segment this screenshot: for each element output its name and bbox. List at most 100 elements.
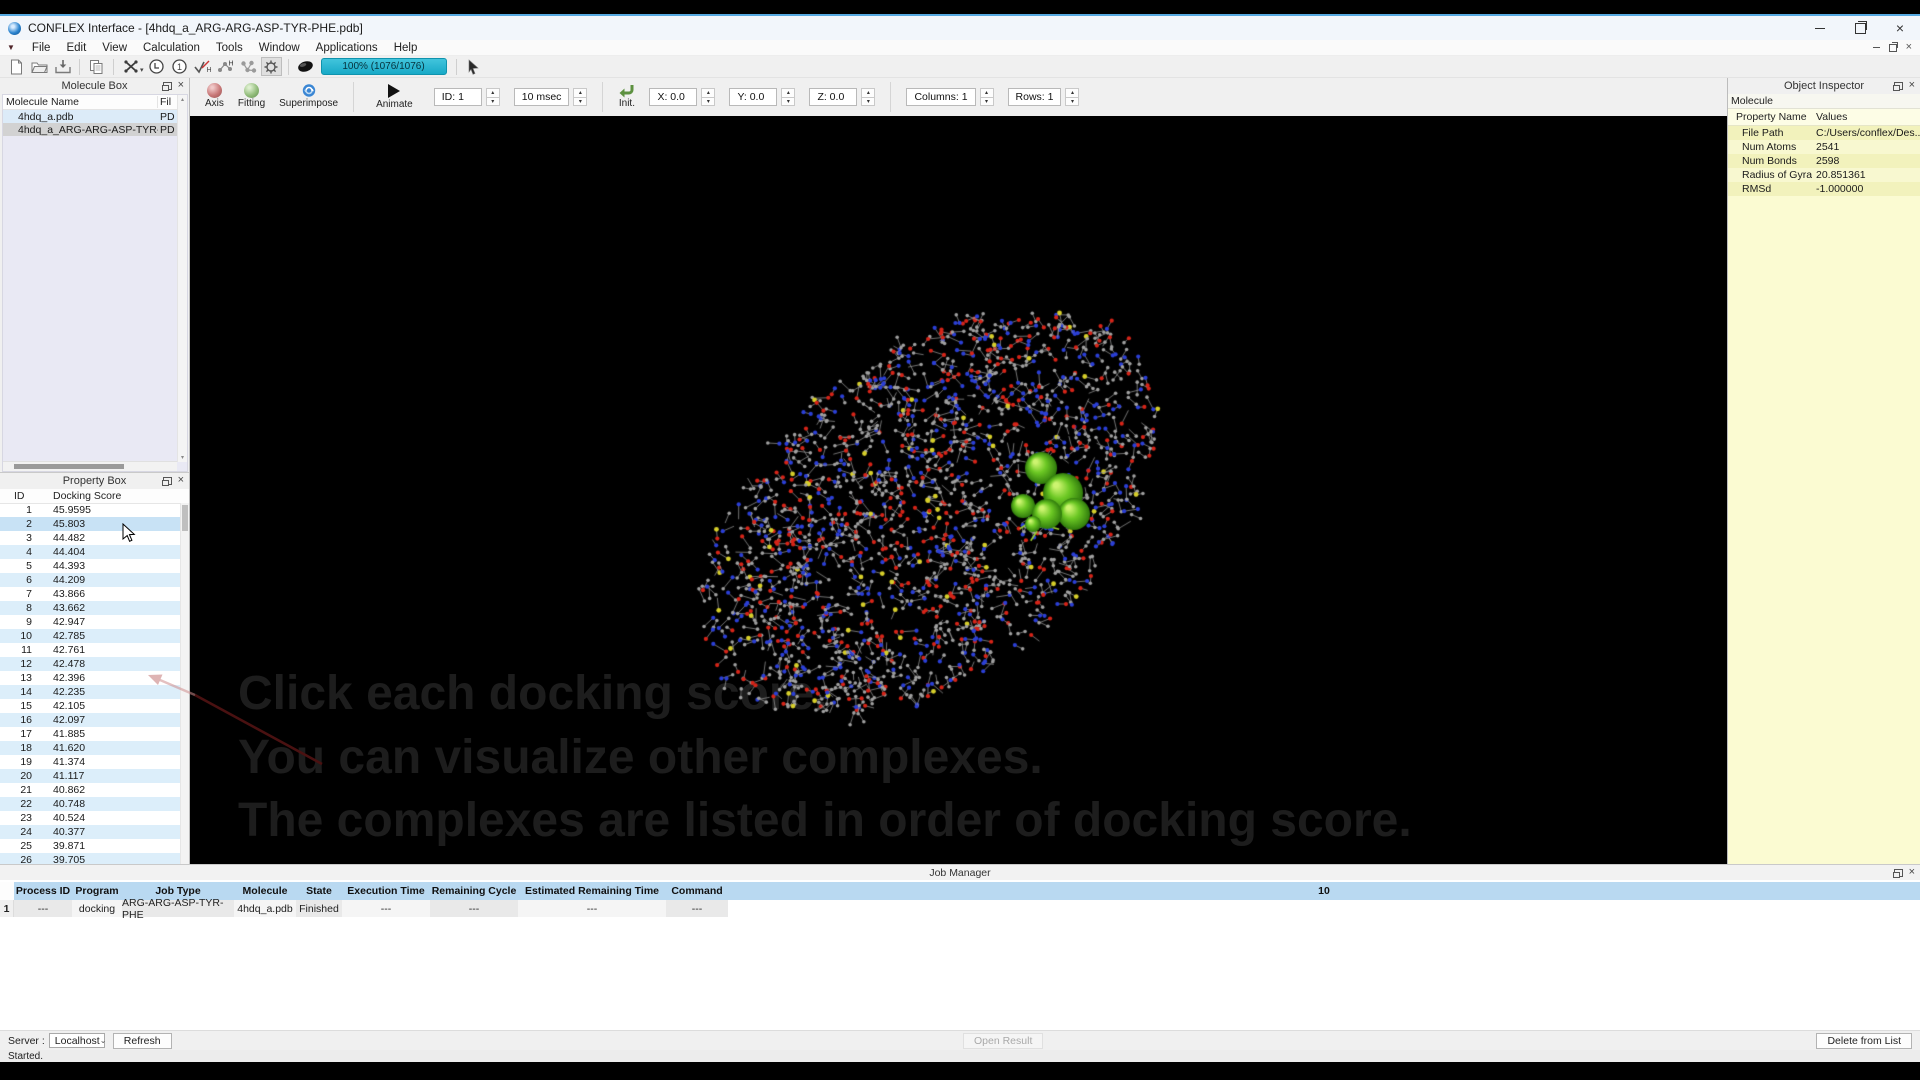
docking-score-row[interactable]: 544.393: [0, 559, 180, 573]
docking-score-column-header[interactable]: Docking Score: [40, 490, 189, 502]
docking-score-row[interactable]: 2539.871: [0, 839, 180, 853]
init-button[interactable]: Init.: [618, 83, 635, 111]
z-spin-arrows[interactable]: ▴▾: [861, 88, 875, 106]
columns-stepper[interactable]: Columns: 1 ▴▾: [906, 88, 993, 106]
menu-window[interactable]: Window: [251, 42, 308, 54]
menu-file[interactable]: File: [24, 42, 59, 54]
molecule-list-header[interactable]: Molecule Name Fil: [3, 95, 177, 110]
molecule-row[interactable]: 4hdq_a.pdbPD: [3, 110, 177, 123]
fitting-button[interactable]: Fitting: [238, 83, 265, 111]
open-file-button[interactable]: [29, 57, 50, 76]
close-button[interactable]: ×: [1880, 16, 1920, 40]
rows-value[interactable]: Rows: 1: [1008, 88, 1062, 106]
vscroll-thumb[interactable]: [182, 505, 188, 531]
docking-score-row[interactable]: 1442.235: [0, 685, 180, 699]
z-stepper[interactable]: Z: 0.0 ▴▾: [809, 88, 875, 106]
scroll-up-icon[interactable]: ▴: [181, 96, 184, 103]
id-spin-arrows[interactable]: ▴▾: [486, 88, 500, 106]
build-molecule-button[interactable]: [238, 57, 259, 76]
docking-score-row[interactable]: 843.662: [0, 601, 180, 615]
columns-value[interactable]: Columns: 1: [906, 88, 975, 106]
id-value[interactable]: ID: 1: [434, 88, 482, 106]
docking-score-row[interactable]: 1142.761: [0, 643, 180, 657]
docking-score-row[interactable]: 245.803: [0, 517, 180, 531]
scroll-down-icon[interactable]: ▾: [181, 454, 184, 461]
axis-button[interactable]: Axis: [205, 83, 224, 111]
rows-spin-arrows[interactable]: ▴▾: [1065, 88, 1079, 106]
docking-score-row[interactable]: 2041.117: [0, 769, 180, 783]
menu-help[interactable]: Help: [386, 42, 426, 54]
conformation-search-button[interactable]: [120, 57, 141, 76]
progress-button[interactable]: 100% (1076/1076): [321, 58, 447, 75]
close-panel-icon[interactable]: ×: [1909, 867, 1915, 878]
docking-score-row[interactable]: 1542.105: [0, 699, 180, 713]
y-value[interactable]: Y: 0.0: [729, 88, 777, 106]
property-box-titlebar[interactable]: Property Box ×: [0, 473, 189, 489]
copy-button[interactable]: [86, 57, 107, 76]
molecule-box-titlebar[interactable]: Molecule Box ×: [0, 78, 189, 94]
docking-score-row[interactable]: 1642.097: [0, 713, 180, 727]
job-manager-titlebar[interactable]: Job Manager ×: [0, 865, 1920, 880]
local-perturbation-button[interactable]: [146, 57, 167, 76]
docking-score-row[interactable]: 344.482: [0, 531, 180, 545]
y-spin-arrows[interactable]: ▴▾: [781, 88, 795, 106]
float-panel-icon[interactable]: [163, 82, 172, 90]
check-structure-button[interactable]: H: [192, 57, 213, 76]
docking-score-row[interactable]: 145.9595: [0, 503, 180, 517]
id-column-header[interactable]: ID: [0, 490, 40, 502]
property-box-vscrollbar[interactable]: [180, 503, 189, 864]
interval-spin-arrows[interactable]: ▴▾: [573, 88, 587, 106]
docking-score-row[interactable]: 644.209: [0, 573, 180, 587]
docking-score-row[interactable]: 1841.620: [0, 741, 180, 755]
float-panel-icon[interactable]: [1894, 82, 1903, 90]
columns-spin-arrows[interactable]: ▴▾: [980, 88, 994, 106]
z-value[interactable]: Z: 0.0: [809, 88, 857, 106]
molecule-list-hscrollbar[interactable]: [3, 461, 177, 471]
open-result-button[interactable]: Open Result: [963, 1033, 1043, 1049]
id-stepper[interactable]: ID: 1 ▴▾: [434, 88, 500, 106]
docking-score-row[interactable]: 1342.396: [0, 671, 180, 685]
interval-stepper[interactable]: 10 msec ▴▾: [514, 88, 588, 106]
docking-score-row[interactable]: 2340.524: [0, 811, 180, 825]
docking-score-row[interactable]: 444.404: [0, 545, 180, 559]
mdi-minimize-button[interactable]: [1873, 47, 1880, 48]
pointer-tool-button[interactable]: [463, 57, 484, 76]
interval-value[interactable]: 10 msec: [514, 88, 570, 106]
menu-edit[interactable]: Edit: [58, 42, 94, 54]
job-table-row[interactable]: 1---dockingARG-ARG-ASP-TYR-PHE4hdq_a.pdb…: [0, 900, 1920, 917]
x-spin-arrows[interactable]: ▴▾: [701, 88, 715, 106]
delete-from-list-button[interactable]: Delete from List: [1816, 1033, 1912, 1049]
float-panel-icon[interactable]: [163, 477, 172, 485]
menu-view[interactable]: View: [94, 42, 135, 54]
close-panel-icon[interactable]: ×: [178, 475, 184, 486]
close-panel-icon[interactable]: ×: [1909, 80, 1915, 91]
molecule-list-vscrollbar[interactable]: ▴ ▾: [177, 95, 187, 462]
docking-score-row[interactable]: 743.866: [0, 587, 180, 601]
menu-calculation[interactable]: Calculation: [135, 42, 208, 54]
single-point-button[interactable]: 1: [169, 57, 190, 76]
docking-score-row[interactable]: 2240.748: [0, 797, 180, 811]
save-button[interactable]: [52, 57, 73, 76]
dropdown-caret-icon[interactable]: ▾: [140, 66, 144, 74]
server-select[interactable]: Localhost ⌄: [49, 1033, 105, 1048]
superimpose-button[interactable]: Superimpose: [279, 83, 338, 111]
menu-tools[interactable]: Tools: [208, 42, 251, 54]
property-box-header[interactable]: ID Docking Score: [0, 489, 189, 504]
new-file-button[interactable]: [6, 57, 27, 76]
close-panel-icon[interactable]: ×: [178, 80, 184, 91]
docking-score-row[interactable]: 1242.478: [0, 657, 180, 671]
maximize-button[interactable]: [1840, 16, 1880, 40]
x-value[interactable]: X: 0.0: [649, 88, 697, 106]
docking-score-row[interactable]: 1741.885: [0, 727, 180, 741]
eraser-button[interactable]: [295, 57, 316, 76]
object-inspector-titlebar[interactable]: Object Inspector ×: [1728, 78, 1920, 94]
hscroll-thumb[interactable]: [14, 464, 124, 469]
menu-applications[interactable]: Applications: [308, 42, 386, 54]
refresh-button[interactable]: Refresh: [113, 1033, 172, 1049]
add-hydrogens-button[interactable]: H: [215, 57, 236, 76]
docking-score-row[interactable]: 2140.862: [0, 783, 180, 797]
molecule-name-column-header[interactable]: Molecule Name: [3, 96, 157, 108]
docking-score-row[interactable]: 942.947: [0, 615, 180, 629]
molecule-row[interactable]: 4hdq_a_ARG-ARG-ASP-TYR-PHE.pdbPD: [3, 123, 177, 136]
float-panel-icon[interactable]: [1894, 869, 1903, 877]
